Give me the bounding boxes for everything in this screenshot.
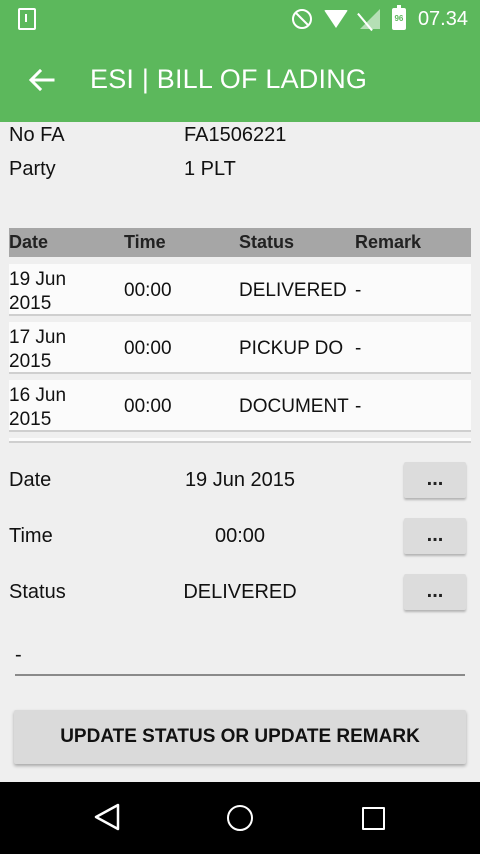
nav-home-icon[interactable]	[227, 805, 253, 831]
time-value: 00:00	[214, 525, 266, 547]
arrow-back-icon	[29, 69, 55, 91]
table-row[interactable]: 19 Jun 2015 00:00 DELIVERED -	[9, 264, 471, 316]
battery-level: 96	[394, 14, 404, 23]
header-time: Time	[124, 232, 166, 252]
date-label: Date	[9, 469, 52, 491]
download-icon	[18, 8, 36, 30]
status-value: DELIVERED	[183, 581, 297, 603]
party-label: Party	[9, 158, 56, 180]
time-label: Time	[9, 525, 53, 547]
remark-input[interactable]	[15, 636, 465, 676]
row-date: 16 Jun 2015	[9, 385, 67, 430]
table-row[interactable]: 16 Jun 2015 00:00 DOCUMENT -	[9, 380, 471, 432]
header-remark: Remark	[355, 232, 422, 252]
battery-icon: 96	[391, 5, 406, 30]
row-status: DOCUMENT	[239, 396, 349, 417]
date-value: 19 Jun 2015	[184, 469, 296, 491]
status-icons: 96 07.34	[291, 5, 468, 31]
row-status: DELIVERED	[239, 280, 347, 301]
no-fa-value: FA1506221	[184, 124, 287, 146]
table-header: Date Time Status Remark	[9, 228, 471, 257]
date-picker-button[interactable]: ...	[404, 462, 466, 498]
wifi-icon	[323, 10, 348, 28]
row-time: 00:00	[124, 338, 172, 359]
row-remark: -	[355, 338, 362, 359]
no-signal-icon	[359, 9, 380, 29]
page-title: ESI | BILL OF LADING	[90, 64, 368, 94]
row-time: 00:00	[124, 280, 172, 301]
update-status-button[interactable]: UPDATE STATUS OR UPDATE REMARK	[14, 710, 466, 764]
table-row[interactable]: 17 Jun 2015 00:00 PICKUP DO -	[9, 322, 471, 374]
nav-recents-icon[interactable]	[362, 807, 385, 830]
row-remark: -	[355, 396, 362, 417]
row-status: PICKUP DO	[239, 338, 344, 359]
app-bar: ESI | BILL OF LADING	[0, 38, 480, 122]
header-status: Status	[239, 232, 295, 252]
status-time: 07.34	[417, 7, 468, 30]
row-remark: -	[355, 280, 362, 301]
nav-back-icon[interactable]	[92, 802, 122, 832]
table-row-partial	[9, 438, 471, 443]
status-picker-button[interactable]: ...	[404, 574, 466, 610]
dnd-icon	[291, 9, 312, 29]
status-label: Status	[9, 581, 66, 603]
back-button[interactable]	[22, 60, 62, 100]
time-picker-button[interactable]: ...	[404, 518, 466, 554]
no-fa-label: No FA	[9, 124, 65, 146]
party-value: 1 PLT	[184, 158, 236, 180]
header-date: Date	[9, 232, 49, 252]
row-date: 19 Jun 2015	[9, 269, 67, 314]
status-bar: 96 07.34	[0, 0, 480, 38]
row-time: 00:00	[124, 396, 172, 417]
row-date: 17 Jun 2015	[9, 327, 67, 372]
navigation-bar	[0, 782, 480, 854]
